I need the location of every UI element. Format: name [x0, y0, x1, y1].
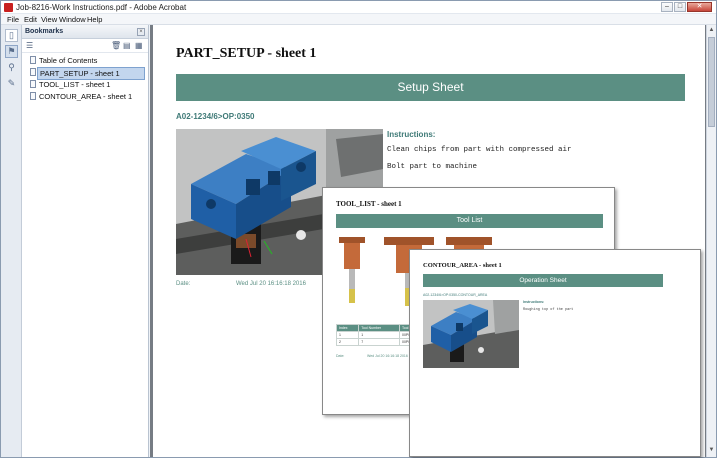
bookmark-page-icon: [30, 80, 36, 88]
scroll-thumb[interactable]: [708, 37, 715, 127]
tool-list-banner: Tool List: [336, 214, 603, 228]
bookmark-label: Table of Contents: [39, 56, 98, 65]
menu-window[interactable]: Window: [59, 15, 86, 24]
bookmark-page-icon: [30, 68, 36, 76]
table-header-cell: Index: [335, 324, 360, 332]
table-cell: 7: [358, 338, 400, 346]
table-cell: 1: [358, 331, 400, 339]
menu-file[interactable]: File: [7, 15, 19, 24]
bookmark-contour-area[interactable]: CONTOUR_AREA - sheet 1: [22, 91, 148, 103]
instruction-line: Clean chips from part with compressed ai…: [387, 146, 572, 154]
window-title: Job-8216-Work Instructions.pdf - Adobe A…: [16, 3, 187, 12]
bookmark-label: TOOL_LIST - sheet 1: [39, 80, 111, 89]
scroll-up-icon[interactable]: ▲: [707, 26, 716, 35]
instruction-line: Bolt part to machine: [387, 163, 478, 171]
expand-icon[interactable]: ▦: [135, 42, 143, 50]
bookmark-icon[interactable]: ⚑: [5, 45, 18, 58]
bookmarks-header: Bookmarks ×: [22, 25, 148, 39]
bookmark-page-icon: [30, 92, 36, 100]
contour-op-code: A02-1234/6>OP:0350-CONTOUR_AREA: [423, 293, 488, 297]
date-value: Wed Jul 20 16:16:18 2016: [236, 281, 306, 287]
tool-list-title: TOOL_LIST - sheet 1: [336, 200, 402, 208]
vertical-scrollbar[interactable]: ▲ ▼: [706, 25, 716, 457]
bookmark-tool-list[interactable]: TOOL_LIST - sheet 1: [22, 79, 148, 91]
close-button[interactable]: ✕: [687, 2, 712, 12]
tool-list-date-label: Date:: [336, 354, 345, 358]
contour-area-image: [423, 300, 519, 368]
signature-icon[interactable]: ✎: [5, 77, 18, 90]
contour-area-title: CONTOUR_AREA - sheet 1: [423, 262, 502, 269]
delete-icon[interactable]: 🗑: [111, 42, 121, 50]
panel-close-button[interactable]: ×: [137, 28, 145, 36]
pdf-icon: [4, 3, 13, 12]
table-cell: 2: [335, 338, 360, 346]
attachment-icon[interactable]: ⚲: [5, 61, 18, 74]
instructions-title: Instructions:: [387, 130, 436, 139]
contour-area-preview[interactable]: CONTOUR_AREA - sheet 1 Operation Sheet A…: [409, 249, 701, 457]
title-bar: Job-8216-Work Instructions.pdf - Adobe A…: [1, 1, 716, 14]
options-icon[interactable]: ☰: [26, 42, 36, 50]
bookmarks-panel: Bookmarks × ☰ 🗑 ▤ ▦ Table of Contents PA…: [22, 25, 149, 457]
minimize-button[interactable]: ‒: [661, 2, 673, 12]
table-header-cell: Tool Number: [358, 324, 400, 332]
setup-sheet-banner: Setup Sheet: [176, 74, 685, 101]
menu-help[interactable]: Help: [87, 15, 102, 24]
menu-bar: File Edit View Window Help: [1, 14, 716, 25]
bookmark-page-icon: [30, 56, 36, 64]
bookmark-part-setup[interactable]: PART_SETUP - sheet 1: [22, 67, 148, 80]
menu-view[interactable]: View: [41, 15, 57, 24]
bookmarks-title: Bookmarks: [25, 28, 64, 35]
tool-list-date-value: Wed Jul 20 16:16:18 2016: [367, 354, 408, 358]
bookmark-table-of-contents[interactable]: Table of Contents: [22, 55, 148, 67]
contour-instruction: Roughing top of the part: [523, 308, 574, 312]
bookmarks-toolbar: ☰ 🗑 ▤ ▦: [22, 40, 148, 53]
menu-edit[interactable]: Edit: [24, 15, 37, 24]
bookmark-label: CONTOUR_AREA - sheet 1: [39, 92, 133, 101]
navigation-pane-strip: ▯ ⚑ ⚲ ✎: [1, 25, 22, 457]
table-cell: 1: [335, 331, 360, 339]
bookmark-list: Table of Contents PART_SETUP - sheet 1 T…: [22, 55, 148, 103]
document-area[interactable]: PART_SETUP - sheet 1 Setup Sheet A02-123…: [150, 25, 706, 457]
operation-code: A02-1234/6>OP:0350: [176, 112, 255, 121]
operation-sheet-banner: Operation Sheet: [423, 274, 663, 287]
scroll-down-icon[interactable]: ▼: [707, 446, 716, 455]
maximize-button[interactable]: □: [674, 2, 686, 12]
date-label: Date:: [176, 281, 191, 287]
contour-instructions-title: Instructions:: [523, 300, 545, 304]
pages-icon[interactable]: ▯: [5, 29, 18, 42]
page-title: PART_SETUP - sheet 1: [176, 46, 317, 61]
new-bookmark-icon[interactable]: ▤: [123, 42, 131, 50]
acrobat-window: Job-8216-Work Instructions.pdf - Adobe A…: [0, 0, 717, 458]
